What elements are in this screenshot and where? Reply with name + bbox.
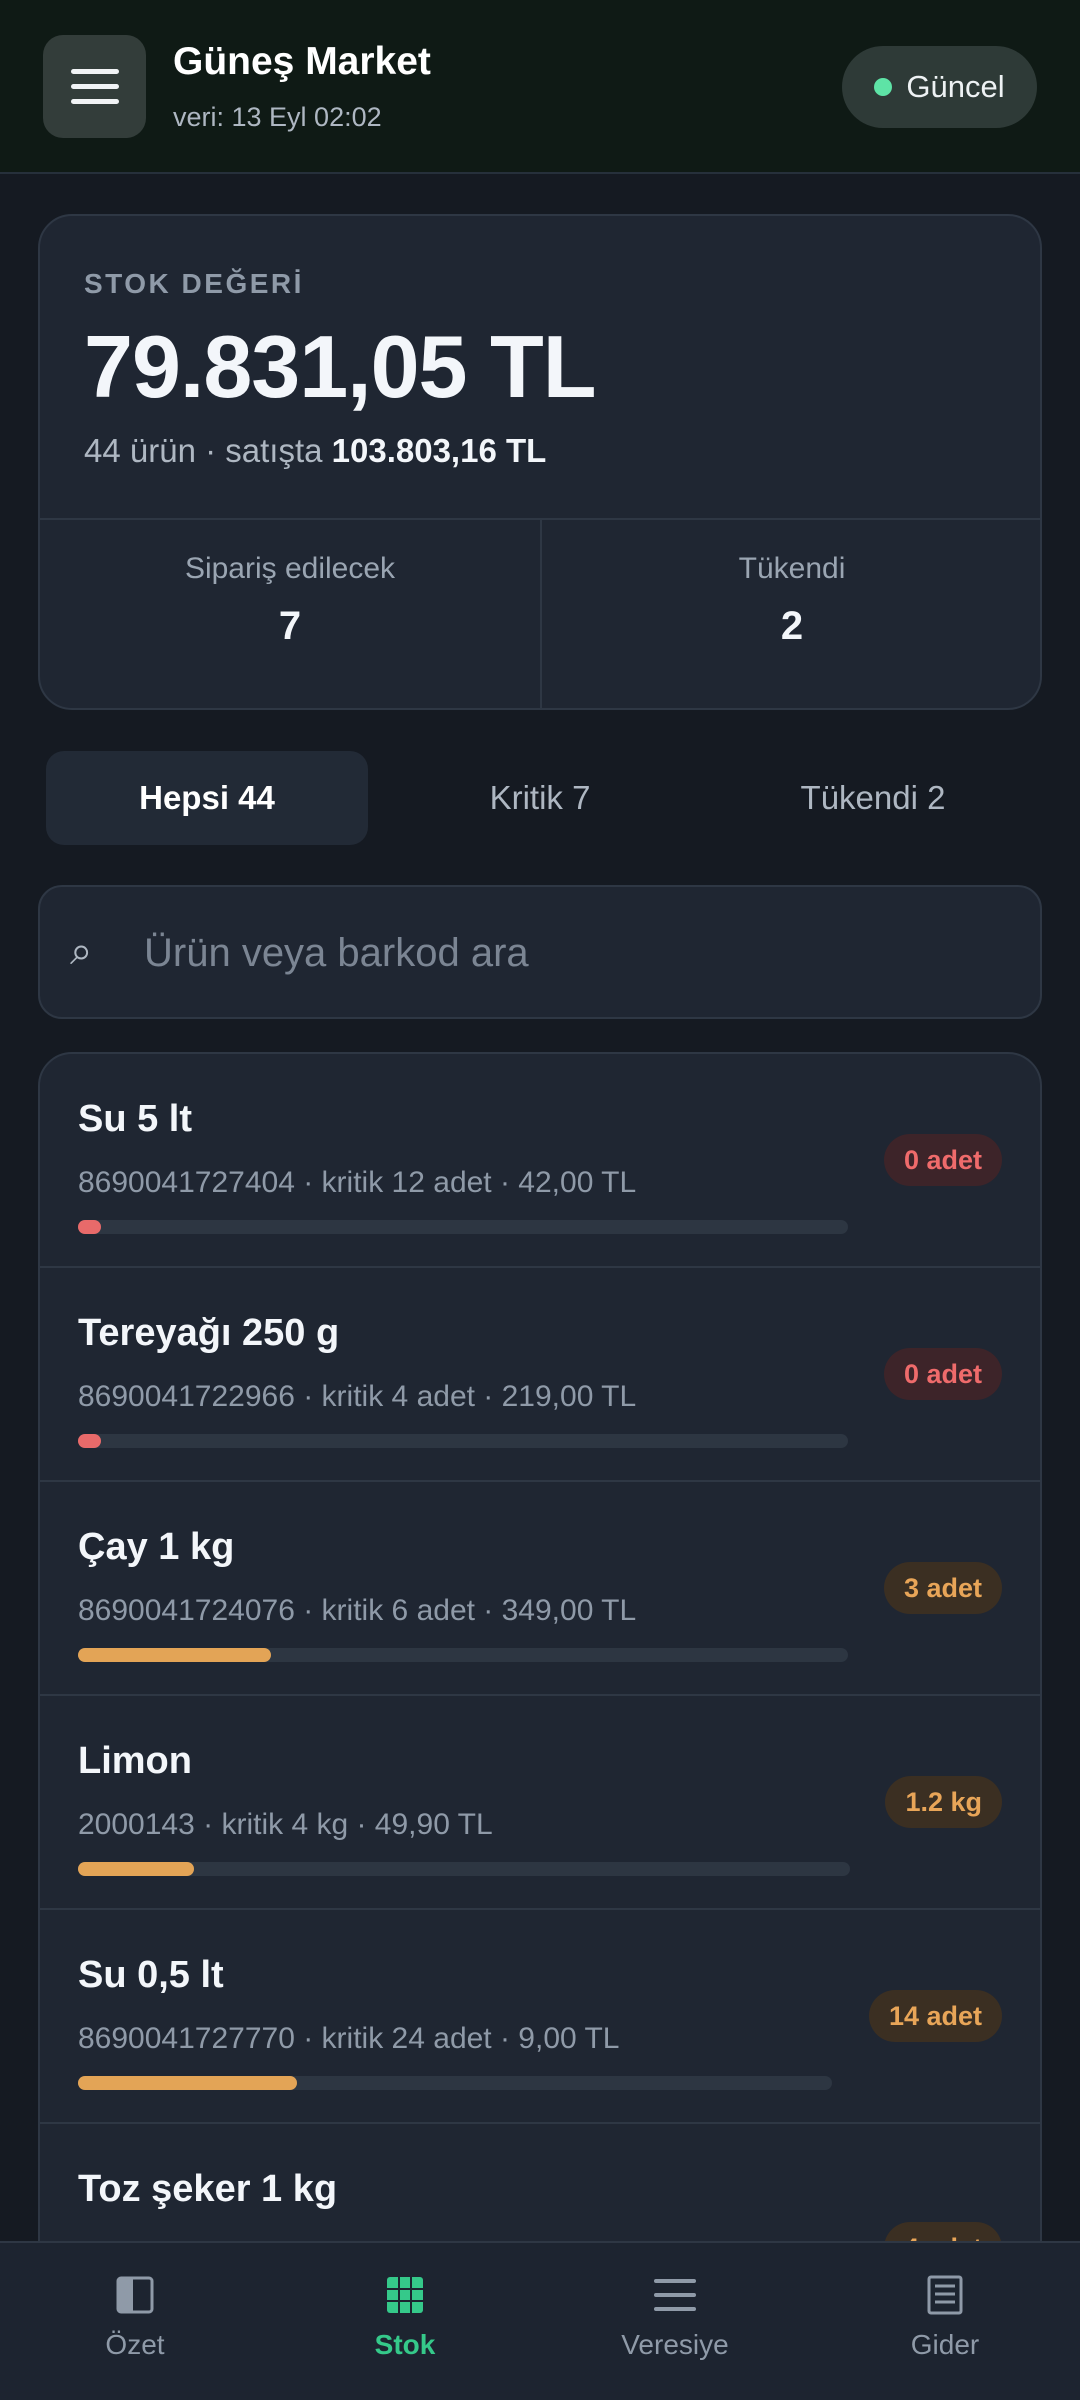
product-name: Çay 1 kg [78,1526,235,1568]
nav-item-stock[interactable]: Stok [270,2243,540,2400]
quantity-badge: 3 adet [883,1562,1002,1614]
product-meta: 8690041727404 · kritik 12 adet · 42,00 T… [78,1166,637,1199]
hamburger-icon [70,69,119,74]
sync-status-label: Güncel [906,69,1005,104]
stock-level-bar [78,1648,848,1662]
stock-level-fill [78,1220,102,1234]
product-meta: 2000143 · kritik 4 kg · 49,90 TL [78,1808,493,1841]
receipt-icon [927,2275,963,2315]
stat-label: Sipariş edilecek [184,552,396,585]
stock-level-bar [78,1434,848,1448]
stock-level-fill [78,2076,297,2090]
product-name: Tereyağı 250 g [78,1312,340,1354]
product-name: Su 0,5 lt [78,1954,224,1996]
nav-label: Veresiye [621,2329,729,2360]
nav-label: Özet [105,2329,165,2360]
product-name: Toz şeker 1 kg [78,2168,338,2210]
product-meta: 8690041727770 · kritik 24 adet · 9,00 TL [78,2022,620,2055]
product-name: Limon [78,1740,192,1782]
app-title: Güneş Market [173,40,431,83]
sidebar-panel-icon [116,2276,154,2314]
stat-to-order[interactable]: Sipariş edilecek 7 [40,518,540,708]
stock-summary-card: STOK DEĞERİ 79.831,05 TL 44 ürün · satış… [38,214,1042,710]
product-row[interactable]: Tereyağı 250 g 8690041722966 · kritik 4 … [40,1268,1040,1482]
menu-button[interactable] [43,35,146,138]
search-icon: ⌕ [70,929,93,973]
nav-label: Stok [374,2329,436,2360]
product-row[interactable]: Su 0,5 lt 8690041727770 · kritik 24 adet… [40,1910,1040,2124]
sync-status-badge[interactable]: Güncel [842,46,1037,128]
tab-all[interactable]: Hepsi 44 [46,751,368,845]
nav-item-credit[interactable]: Veresiye [540,2243,810,2400]
search-input[interactable] [144,917,1004,989]
grid-icon [387,2277,423,2313]
product-list: Su 5 lt 8690041727404 · kritik 12 adet ·… [38,1052,1042,2400]
tab-out-of-stock[interactable]: Tükendi 2 [712,751,1034,845]
product-row[interactable]: Limon 2000143 · kritik 4 kg · 49,90 TL 1… [40,1696,1040,1910]
app-header: Güneş Market veri: 13 Eyl 02:02 Güncel [0,0,1080,174]
stock-level-bar [78,2076,832,2090]
list-icon [654,2279,696,2311]
status-dot-icon [874,78,893,96]
stock-level-fill [78,1862,194,1876]
product-row[interactable]: Çay 1 kg 8690041724076 · kritik 6 adet ·… [40,1482,1040,1696]
nav-item-expense[interactable]: Gider [810,2243,1080,2400]
stock-level-fill [78,1434,102,1448]
stock-level-bar [78,1220,848,1234]
product-name: Su 5 lt [78,1098,193,1140]
quantity-badge: 1.2 kg [885,1776,1002,1828]
data-timestamp: veri: 13 Eyl 02:02 [173,102,382,132]
bottom-navigation: Özet Stok Veresiye Gider [0,2241,1080,2400]
nav-item-summary[interactable]: Özet [0,2243,270,2400]
sale-value: 103.803,16 TL [331,432,547,469]
tab-critical[interactable]: Kritik 7 [379,751,701,845]
quantity-badge: 14 adet [868,1990,1002,2042]
product-meta: 8690041724076 · kritik 6 adet · 349,00 T… [78,1594,637,1627]
stock-level-bar [78,1862,850,1876]
product-meta: 8690041722966 · kritik 4 adet · 219,00 T… [78,1380,637,1413]
stat-label: Tükendi [738,552,846,585]
stat-out-of-stock[interactable]: Tükendi 2 [542,518,1040,708]
nav-label: Gider [910,2329,980,2360]
stock-value: 79.831,05 TL [84,317,596,416]
search-box[interactable]: ⌕ [38,885,1042,1019]
summary-meta: 44 ürün · satışta 103.803,16 TL [84,432,546,470]
product-count-text: 44 ürün · satışta [84,432,332,469]
stock-level-fill [78,1648,271,1662]
stat-value: 2 [780,604,804,648]
stat-value: 7 [278,604,302,648]
quantity-badge: 0 adet [883,1134,1002,1186]
summary-kicker: STOK DEĞERİ [84,268,304,299]
quantity-badge: 0 adet [883,1348,1002,1400]
product-row[interactable]: Su 5 lt 8690041727404 · kritik 12 adet ·… [40,1054,1040,1268]
